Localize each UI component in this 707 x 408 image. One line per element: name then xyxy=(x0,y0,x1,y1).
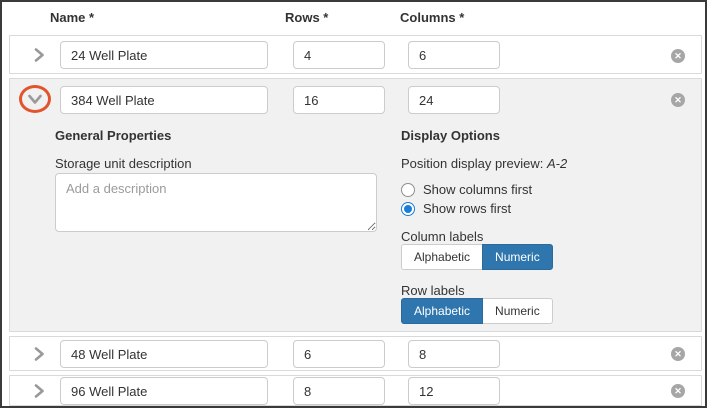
storage-description-textarea[interactable] xyxy=(55,173,377,232)
table-row: ✕ xyxy=(9,336,702,371)
radio-option-show-rows-first: Show rows first xyxy=(401,201,511,216)
row-labels-label: Row labels xyxy=(401,283,465,298)
column-labels-toggle: Alphabetic Numeric xyxy=(401,244,553,270)
chevron-right-icon xyxy=(33,383,45,399)
table-row: ✕ xyxy=(9,35,702,74)
column-labels-label: Column labels xyxy=(401,229,483,244)
name-input[interactable] xyxy=(60,86,268,114)
remove-row-icon[interactable]: ✕ xyxy=(671,49,685,63)
column-labels-numeric-button[interactable]: Numeric xyxy=(482,244,553,270)
name-input[interactable] xyxy=(60,377,268,405)
rows-input[interactable] xyxy=(293,86,385,114)
general-properties-heading: General Properties xyxy=(55,128,171,143)
table-row: ✕ xyxy=(9,375,702,406)
collapse-row-button[interactable] xyxy=(22,86,48,112)
expand-row-button[interactable] xyxy=(26,42,52,68)
remove-row-icon[interactable]: ✕ xyxy=(671,93,685,107)
preview-value: A-2 xyxy=(547,156,567,171)
storage-description-label: Storage unit description xyxy=(55,156,192,171)
row-labels-numeric-button[interactable]: Numeric xyxy=(482,298,553,324)
remove-row-icon[interactable]: ✕ xyxy=(671,347,685,361)
expand-row-button[interactable] xyxy=(26,378,52,404)
row-labels-toggle: Alphabetic Numeric xyxy=(401,298,553,324)
radio-label[interactable]: Show rows first xyxy=(423,201,511,216)
radio-show-columns-first[interactable] xyxy=(401,183,415,197)
radio-show-rows-first[interactable] xyxy=(401,202,415,216)
chevron-right-icon xyxy=(33,47,45,63)
table-row-expanded: ✕ General Properties Storage unit descri… xyxy=(9,78,702,332)
radio-option-show-columns-first: Show columns first xyxy=(401,182,532,197)
chevron-right-icon xyxy=(33,346,45,362)
column-header-columns: Columns * xyxy=(400,10,464,25)
rows-input[interactable] xyxy=(293,377,385,405)
columns-input[interactable] xyxy=(408,86,500,114)
well-plate-storage-editor: Name * Rows * Columns * ✕ ✕ General Prop… xyxy=(0,0,707,408)
row-labels-alphabetic-button[interactable]: Alphabetic xyxy=(401,298,483,324)
radio-label[interactable]: Show columns first xyxy=(423,182,532,197)
columns-input[interactable] xyxy=(408,41,500,69)
columns-input[interactable] xyxy=(408,340,500,368)
preview-label: Position display preview: xyxy=(401,156,543,171)
display-options-heading: Display Options xyxy=(401,128,500,143)
position-display-preview: Position display preview: A-2 xyxy=(401,156,567,171)
column-header-rows: Rows * xyxy=(285,10,328,25)
column-header-name: Name * xyxy=(50,10,94,25)
columns-input[interactable] xyxy=(408,377,500,405)
chevron-down-icon xyxy=(27,93,43,105)
column-labels-alphabetic-button[interactable]: Alphabetic xyxy=(401,244,483,270)
name-input[interactable] xyxy=(60,340,268,368)
name-input[interactable] xyxy=(60,41,268,69)
remove-row-icon[interactable]: ✕ xyxy=(671,384,685,398)
rows-input[interactable] xyxy=(293,41,385,69)
expand-row-button[interactable] xyxy=(26,341,52,367)
rows-input[interactable] xyxy=(293,340,385,368)
